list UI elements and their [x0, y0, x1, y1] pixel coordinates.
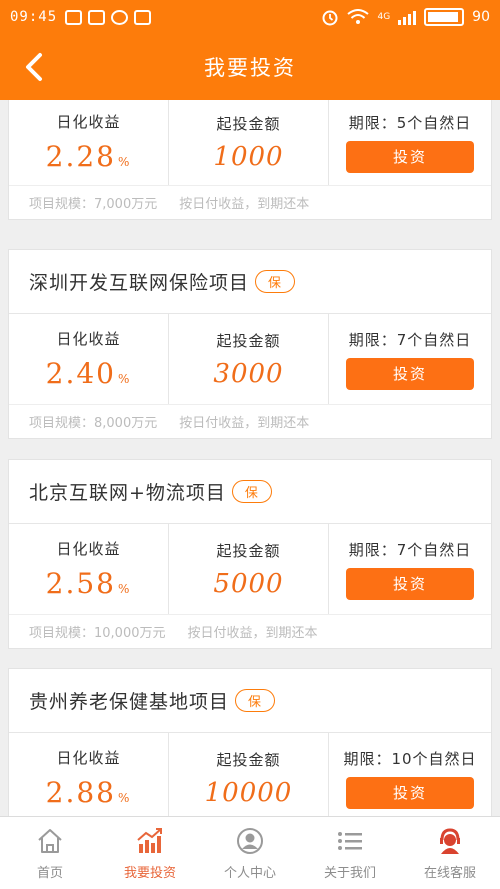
project-name: 深圳开发互联网保险项目 [29, 272, 250, 294]
term-area: 期限：7个自然日 投资 [329, 314, 491, 404]
page-title: 我要投资 [204, 56, 296, 80]
yield-label: 日化收益 [56, 540, 121, 558]
min-label: 起投金额 [216, 541, 281, 560]
tab-label: 我要投资 [123, 865, 176, 881]
network-type: 4G [377, 12, 391, 22]
battery-level: 90 [472, 9, 490, 25]
guarantee-badge: 保 [255, 270, 296, 293]
project-card: 日化收益 2.28% 起投金额 1000 期限：5个自然日 投资 项目规模：7,… [8, 100, 492, 220]
term-area: 期限：10个自然日 投资 [329, 733, 491, 816]
tab-label: 个人中心 [223, 865, 276, 881]
project-info: 项目规模：10,000万元 按日付收益，到期还本 [9, 614, 491, 648]
daily-yield: 日化收益 2.28% [9, 100, 169, 185]
home-icon [38, 828, 62, 853]
min-label: 起投金额 [216, 750, 281, 769]
wifi-icon [347, 9, 370, 24]
project-scale: 项目规模：8,000万元 [29, 416, 158, 431]
invest-button[interactable]: 投资 [346, 776, 474, 809]
invest-button[interactable]: 投资 [346, 357, 474, 390]
nav-bar: 我要投资 [0, 34, 500, 100]
tab-profile[interactable]: 个人中心 [200, 817, 300, 889]
status-time: 09:45 [10, 9, 58, 25]
daily-yield: 日化收益 2.40% [9, 314, 169, 404]
project-card: 贵州养老保健基地项目 保 日化收益 2.88% 起投金额 10000 期限：10… [8, 668, 492, 816]
daily-yield: 日化收益 2.88% [9, 733, 169, 816]
yield-label: 日化收益 [56, 330, 121, 348]
project-title[interactable]: 深圳开发互联网保险项目 保 [9, 250, 491, 314]
daily-yield: 日化收益 2.58% [9, 524, 169, 614]
project-list[interactable]: 日化收益 2.28% 起投金额 1000 期限：5个自然日 投资 项目规模：7,… [0, 100, 500, 816]
invest-button[interactable]: 投资 [346, 567, 474, 600]
tab-label: 关于我们 [323, 865, 376, 881]
status-bar: 09:45 4G 90 [0, 0, 500, 34]
tab-invest[interactable]: 我要投资 [100, 817, 200, 889]
term-label: 期限：5个自然日 [348, 113, 472, 132]
term-area: 期限：7个自然日 投资 [329, 524, 491, 614]
project-name: 贵州养老保健基地项目 [29, 691, 230, 713]
service-icon [440, 827, 460, 854]
chart-icon [137, 827, 162, 853]
tab-service[interactable]: 在线客服 [400, 817, 500, 889]
list-icon [338, 831, 362, 850]
app-icon [134, 9, 152, 25]
yield-label: 日化收益 [56, 113, 121, 131]
project-info: 项目规模：8,000万元 按日付收益，到期还本 [9, 404, 491, 438]
bottom-tab-bar: 首页 我要投资 个人中心 关于我们 在线客服 [0, 816, 500, 889]
yield-value: 2.88% [45, 776, 132, 809]
project-scale: 项目规模：10,000万元 [29, 626, 166, 641]
gallery-icon [88, 9, 106, 25]
min-label: 起投金额 [216, 114, 281, 133]
term-area: 期限：5个自然日 投资 [329, 100, 491, 185]
yield-value: 2.40% [45, 357, 132, 390]
battery-icon [424, 8, 465, 26]
user-icon [237, 827, 263, 854]
min-value: 10000 [204, 777, 293, 808]
project-card: 北京互联网+物流项目 保 日化收益 2.58% 起投金额 5000 期限：7个自… [8, 459, 492, 649]
project-title[interactable]: 北京互联网+物流项目 保 [9, 460, 491, 524]
min-investment: 起投金额 5000 [169, 524, 329, 614]
project-card: 深圳开发互联网保险项目 保 日化收益 2.40% 起投金额 3000 期限：7个… [8, 249, 492, 439]
tab-home[interactable]: 首页 [0, 817, 100, 889]
min-value: 3000 [213, 358, 284, 389]
back-icon[interactable] [18, 50, 52, 84]
term-label: 期限：7个自然日 [348, 330, 472, 349]
project-name: 北京互联网+物流项目 [29, 482, 226, 504]
term-label: 期限：10个自然日 [343, 749, 477, 768]
notification-icon [65, 9, 83, 25]
min-investment: 起投金额 3000 [169, 314, 329, 404]
check-icon [111, 9, 129, 25]
term-label: 期限：7个自然日 [348, 540, 472, 559]
yield-label: 日化收益 [56, 749, 121, 767]
min-investment: 起投金额 10000 [169, 733, 329, 816]
invest-button[interactable]: 投资 [346, 140, 474, 173]
guarantee-badge: 保 [231, 480, 272, 503]
min-label: 起投金额 [216, 331, 281, 350]
yield-value: 2.58% [45, 567, 132, 600]
payment-method: 按日付收益，到期还本 [187, 626, 318, 641]
payment-method: 按日付收益，到期还本 [179, 416, 310, 431]
project-title[interactable]: 贵州养老保健基地项目 保 [9, 669, 491, 733]
tab-label: 首页 [36, 865, 63, 881]
project-scale: 项目规模：7,000万元 [29, 197, 158, 212]
tab-about[interactable]: 关于我们 [300, 817, 400, 889]
min-value: 1000 [213, 141, 284, 172]
payment-method: 按日付收益，到期还本 [179, 197, 310, 212]
yield-value: 2.28% [45, 140, 132, 173]
signal-icon [398, 9, 417, 25]
guarantee-badge: 保 [235, 689, 276, 712]
tab-label: 在线客服 [423, 865, 476, 881]
min-investment: 起投金额 1000 [169, 100, 329, 185]
alarm-icon [322, 10, 338, 26]
min-value: 5000 [213, 568, 284, 599]
project-info: 项目规模：7,000万元 按日付收益，到期还本 [9, 185, 491, 219]
